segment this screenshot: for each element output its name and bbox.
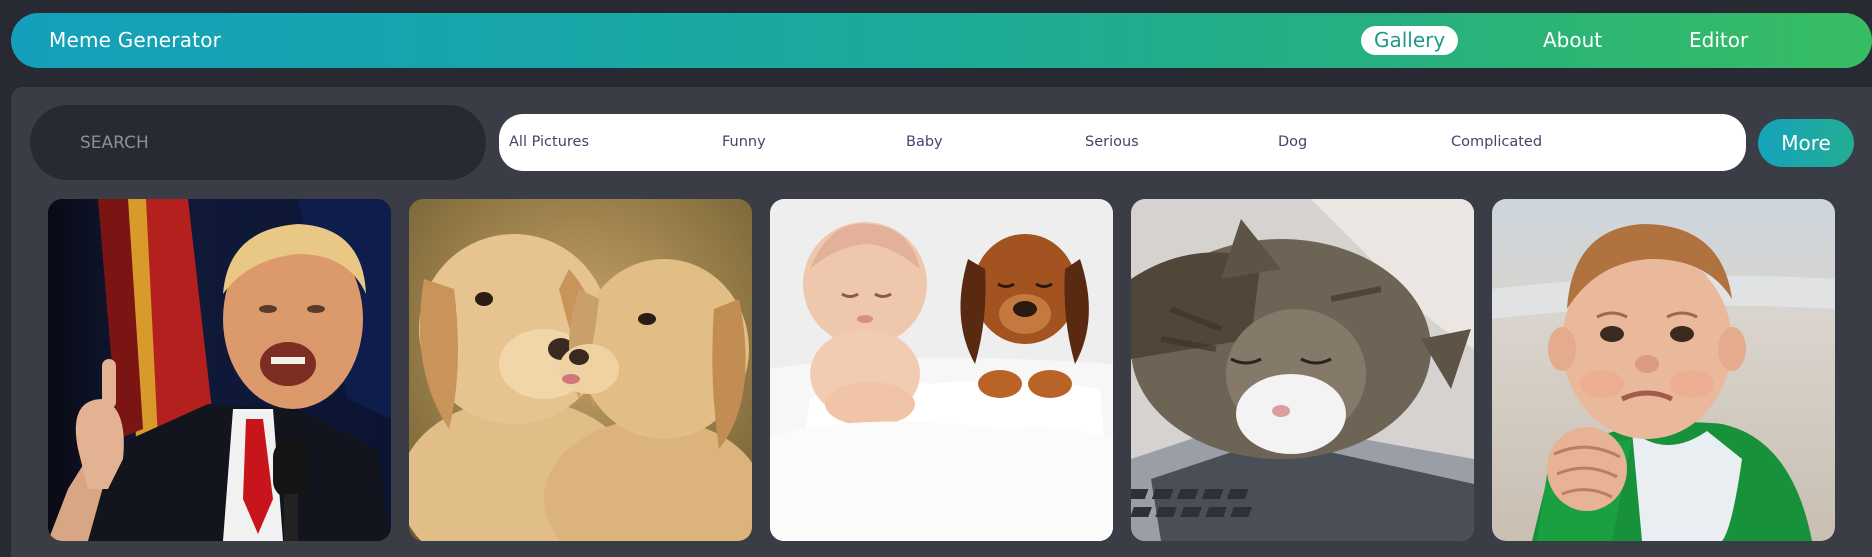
- app-header: Meme Generator Gallery About Editor: [11, 13, 1872, 68]
- filter-all-pictures[interactable]: All Pictures: [509, 114, 589, 171]
- two-puppies-illustration: [409, 199, 752, 541]
- more-button[interactable]: More: [1758, 119, 1854, 167]
- nav-gallery[interactable]: Gallery: [1361, 26, 1459, 55]
- meme-image-success-kid[interactable]: [1492, 199, 1835, 541]
- filter-dog[interactable]: Dog: [1278, 114, 1307, 171]
- cat-on-laptop-illustration: [1131, 199, 1474, 541]
- man-at-microphone-illustration: [48, 199, 391, 541]
- baby-and-puppy-illustration: [770, 199, 1113, 541]
- nav-editor[interactable]: Editor: [1689, 13, 1748, 68]
- filter-serious[interactable]: Serious: [1085, 114, 1139, 171]
- nav-about[interactable]: About: [1543, 13, 1602, 68]
- meme-image-baby-and-puppy[interactable]: [770, 199, 1113, 541]
- meme-image-two-puppies[interactable]: [409, 199, 752, 541]
- success-kid-illustration: [1492, 199, 1835, 541]
- filter-funny[interactable]: Funny: [722, 114, 766, 171]
- filter-baby[interactable]: Baby: [906, 114, 943, 171]
- filter-bar: All Pictures Funny Baby Serious Dog Comp…: [499, 114, 1746, 171]
- search-input[interactable]: [30, 105, 486, 180]
- meme-image-cat-on-laptop[interactable]: [1131, 199, 1474, 541]
- filter-complicated[interactable]: Complicated: [1451, 114, 1542, 171]
- app-title: Meme Generator: [49, 28, 222, 52]
- meme-image-man-at-microphone[interactable]: [48, 199, 391, 541]
- gallery-panel: All Pictures Funny Baby Serious Dog Comp…: [11, 87, 1872, 557]
